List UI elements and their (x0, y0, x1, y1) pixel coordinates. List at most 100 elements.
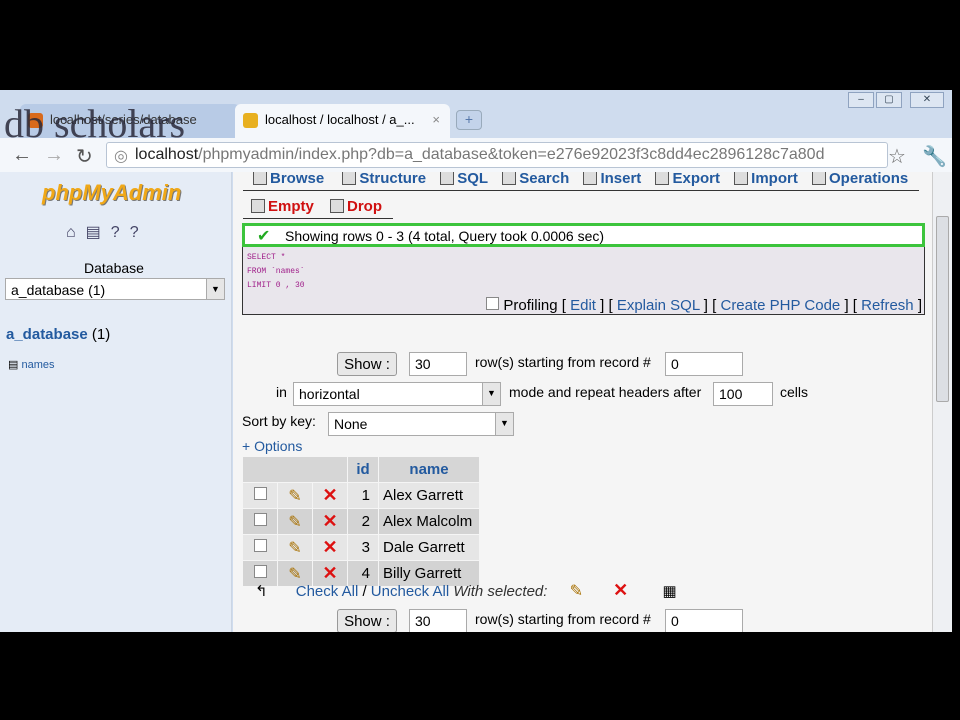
pencil-icon[interactable]: ✎ (288, 540, 301, 557)
drop-icon (330, 199, 345, 213)
maximize-button[interactable]: ▢ (876, 92, 902, 108)
sql-icon[interactable]: ▤ (86, 224, 111, 241)
pencil-icon[interactable]: ✎ (288, 514, 301, 531)
start-record-input-bottom[interactable]: 0 (665, 609, 743, 632)
actions-header (243, 457, 347, 482)
create-php-code-link[interactable]: Create PHP Code (720, 297, 840, 314)
tab-structure[interactable]: Structure (342, 172, 426, 187)
tab-bar-2: Empty Drop (251, 198, 382, 215)
help-icon[interactable]: ? (130, 224, 149, 241)
tab-empty[interactable]: Empty (251, 198, 314, 215)
forward-icon[interactable]: → (44, 144, 64, 167)
profiling-checkbox[interactable] (486, 297, 500, 310)
rows-count-input-bottom[interactable]: 30 (409, 609, 467, 632)
tab-export[interactable]: Export (655, 172, 720, 187)
bookmark-star-icon[interactable]: ☆ (888, 144, 906, 169)
delete-icon[interactable]: ✕ (322, 485, 337, 505)
bulk-actions: ↰ Check All / Uncheck All With selected:… (255, 580, 677, 601)
wrench-icon[interactable]: 🔧 (922, 144, 947, 169)
options-link[interactable]: + Options (242, 438, 302, 454)
start-record-input[interactable]: 0 (665, 352, 743, 376)
mode-label: mode and repeat headers after (509, 384, 702, 400)
pencil-icon[interactable]: ✎ (288, 488, 301, 505)
show-button[interactable]: Show : (337, 352, 397, 376)
mode-select[interactable]: horizontal ▼ (293, 382, 501, 406)
arrow-up-icon: ↰ (255, 583, 268, 600)
row-checkbox-cell (243, 483, 277, 508)
rows-from-label-bottom: row(s) starting from record # (475, 611, 651, 627)
tab-operations[interactable]: Operations (812, 172, 908, 187)
table-row: ✎ ✕ 1 Alex Garrett (243, 483, 479, 508)
back-icon[interactable]: ← (12, 144, 32, 167)
repeat-headers-input[interactable]: 100 (713, 382, 773, 406)
tab-import[interactable]: Import (734, 172, 798, 187)
check-icon: ✔ (257, 228, 271, 245)
database-select[interactable]: a_database (1) ▼ (5, 278, 225, 300)
database-label: Database (84, 260, 144, 276)
close-window-button[interactable]: ✕ (910, 92, 944, 108)
docs-icon[interactable]: ? (111, 224, 130, 241)
scrollbar-thumb[interactable] (936, 216, 949, 402)
column-header-id[interactable]: id (348, 457, 378, 482)
close-tab-icon[interactable]: × (432, 112, 440, 127)
tab-phpmyadmin[interactable]: localhost / localhost / a_... × (235, 104, 450, 138)
row-checkbox[interactable] (253, 565, 267, 578)
minimize-button[interactable]: – (848, 92, 874, 108)
tab-sql[interactable]: SQL (440, 172, 488, 187)
db-name[interactable]: a_database (6, 326, 88, 343)
delete-selected-icon[interactable]: ✕ (613, 580, 628, 600)
tab-label: Search (519, 172, 570, 187)
browser-window: localhost/series/database localhost / lo… (0, 90, 952, 632)
db-heading[interactable]: a_database (1) (6, 326, 110, 343)
refresh-link[interactable]: Refresh (861, 297, 914, 314)
new-tab-button[interactable]: + (456, 110, 482, 130)
separator: / (362, 583, 367, 600)
results-table: id name ✎ ✕ 1 Alex Garrett ✎ ✕ 2 Alex Mal… (242, 456, 480, 587)
sort-select[interactable]: None ▼ (328, 412, 514, 436)
row-checkbox[interactable] (253, 513, 267, 526)
column-header-name[interactable]: name (379, 457, 479, 482)
table-row: ✎ ✕ 3 Dale Garrett (243, 535, 479, 560)
show-button-bottom[interactable]: Show : (337, 609, 397, 632)
sidebar: phpMyAdmin ⌂▤?? Database a_database (1) ▼… (0, 172, 232, 632)
sort-label: Sort by key: (242, 413, 316, 429)
tab-drop[interactable]: Drop (330, 198, 382, 215)
tab-insert[interactable]: Insert (583, 172, 641, 187)
uncheck-all-link[interactable]: Uncheck All (371, 583, 449, 600)
pma-favicon-icon (243, 113, 258, 128)
empty-icon (251, 199, 265, 213)
check-all-link[interactable]: Check All (296, 583, 359, 600)
tab-browse[interactable]: Browse (253, 172, 324, 187)
home-icon[interactable]: ⌂ (66, 224, 86, 241)
delete-icon[interactable]: ✕ (322, 511, 337, 531)
sql-line: LIMIT 0 , 30 (247, 281, 305, 290)
chevron-down-icon: ▼ (482, 383, 500, 405)
cell-id: 3 (348, 535, 378, 560)
tab-label: Structure (359, 172, 427, 187)
tab-label: Export (672, 172, 720, 187)
edit-selected-icon[interactable]: ✎ (570, 583, 583, 600)
sql-links: Profiling [ Edit ] [ Explain SQL ] [ Cre… (486, 297, 922, 314)
delete-icon[interactable]: ✕ (322, 537, 337, 557)
row-checkbox[interactable] (253, 487, 267, 500)
explain-sql-link[interactable]: Explain SQL (617, 297, 700, 314)
in-label: in (276, 384, 287, 400)
edit-link[interactable]: Edit (570, 297, 596, 314)
vertical-scrollbar[interactable] (932, 172, 952, 632)
rows-count-input[interactable]: 30 (409, 352, 467, 376)
globe-icon: ◎ (114, 148, 128, 165)
cells-label: cells (780, 384, 809, 400)
table-item-names[interactable]: ▤ names (8, 358, 55, 371)
row-checkbox[interactable] (253, 539, 267, 552)
export-selected-icon[interactable]: ▦ (662, 583, 676, 600)
import-icon (734, 172, 749, 185)
phpmyadmin-logo[interactable]: phpMyAdmin (42, 180, 181, 206)
quick-icons: ⌂▤?? (66, 222, 149, 242)
address-bar[interactable]: ◎ localhost/phpmyadmin/index.php?db=a_dat… (106, 142, 888, 168)
sql-query: SELECT * FROM `names` LIMIT 0 , 30 (243, 247, 924, 297)
sql-line: SELECT * (247, 253, 286, 262)
tab-label: SQL (457, 172, 489, 187)
tab-search[interactable]: Search (502, 172, 569, 187)
table-link[interactable]: names (21, 359, 54, 371)
reload-icon[interactable]: ↻ (76, 144, 93, 169)
